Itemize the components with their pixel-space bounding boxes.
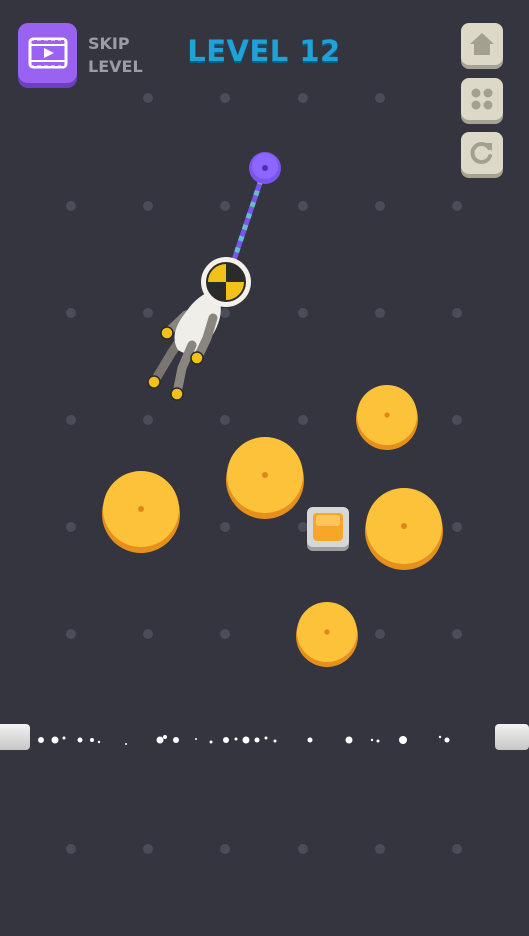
rope-anchor[interactable]	[249, 152, 281, 184]
grid-peg	[143, 844, 153, 854]
laser-particle	[399, 736, 407, 744]
laser-particle	[173, 737, 179, 743]
grid-peg	[375, 629, 385, 639]
coin[interactable]	[296, 602, 358, 667]
barrier-emitter-left	[0, 724, 30, 750]
grid-peg	[452, 308, 462, 318]
grid-peg	[143, 629, 153, 639]
grid-peg	[298, 93, 308, 103]
laser-particle	[90, 738, 94, 742]
grid-peg	[220, 629, 230, 639]
grid-peg	[66, 629, 76, 639]
laser-particle	[51, 736, 59, 744]
laser-particle	[273, 739, 277, 743]
grid-peg	[66, 844, 76, 854]
game-board[interactable]	[0, 0, 529, 936]
laser-particle	[376, 739, 380, 743]
grid-peg	[220, 201, 230, 211]
laser-particle	[97, 740, 101, 744]
target-block[interactable]	[307, 507, 349, 551]
laser-particle	[307, 737, 313, 743]
grid-peg	[452, 201, 462, 211]
grid-peg	[143, 308, 153, 318]
skip-level-label[interactable]: SKIP LEVEL	[88, 32, 158, 78]
laser-particle	[234, 737, 238, 741]
grid-peg	[375, 201, 385, 211]
grid-peg	[452, 844, 462, 854]
laser-particle	[370, 738, 374, 742]
coin[interactable]	[226, 437, 304, 519]
grid-peg	[66, 415, 76, 425]
grid-peg	[298, 308, 308, 318]
coin[interactable]	[102, 471, 180, 553]
grid-peg	[220, 93, 230, 103]
laser-barrier	[38, 735, 450, 745]
laser-particle	[264, 736, 268, 740]
laser-particle	[254, 737, 260, 743]
grid-peg	[66, 522, 76, 532]
grid-peg	[298, 201, 308, 211]
laser-particle	[163, 735, 167, 739]
grid-peg	[298, 522, 308, 532]
home-button[interactable]	[461, 23, 503, 65]
grid-peg	[220, 522, 230, 532]
laser-particle	[444, 737, 450, 743]
grid-peg	[452, 415, 462, 425]
level-title: LEVEL 12	[187, 34, 341, 68]
laser-particle	[62, 736, 66, 740]
grid-peg	[143, 201, 153, 211]
skip-label-line2: LEVEL	[88, 57, 143, 76]
laser-particle	[38, 737, 44, 743]
coin[interactable]	[356, 385, 418, 450]
laser-particle	[242, 736, 250, 744]
skip-label-line1: SKIP	[88, 34, 130, 53]
grid-peg	[452, 522, 462, 532]
grid-peg	[143, 93, 153, 103]
coin[interactable]	[365, 488, 443, 570]
laser-particle	[438, 735, 442, 739]
restart-button[interactable]	[461, 132, 503, 174]
skip-level-button[interactable]	[18, 23, 77, 83]
grid-peg	[220, 308, 230, 318]
grid-peg	[375, 844, 385, 854]
grid-peg	[452, 629, 462, 639]
laser-particle	[77, 737, 83, 743]
crash-dummy[interactable]	[147, 257, 251, 401]
home-icon	[470, 33, 494, 55]
grid-peg	[66, 201, 76, 211]
laser-particle	[223, 737, 229, 743]
grid-peg	[298, 415, 308, 425]
barrier-emitter-right	[495, 724, 529, 750]
grid-peg	[143, 415, 153, 425]
levels-button[interactable]	[461, 78, 503, 120]
laser-particle	[195, 738, 197, 740]
grid-peg	[375, 308, 385, 318]
video-play-icon	[28, 37, 67, 69]
restart-arrow-icon	[470, 142, 492, 164]
grid-peg	[298, 844, 308, 854]
laser-particle	[156, 736, 164, 744]
laser-particle	[125, 743, 127, 745]
grid-peg	[375, 93, 385, 103]
grid-peg	[220, 415, 230, 425]
grid-dots-icon	[471, 88, 493, 110]
laser-particle	[209, 740, 213, 744]
laser-particle	[345, 736, 353, 744]
grid-peg	[66, 308, 76, 318]
grid-peg	[220, 844, 230, 854]
